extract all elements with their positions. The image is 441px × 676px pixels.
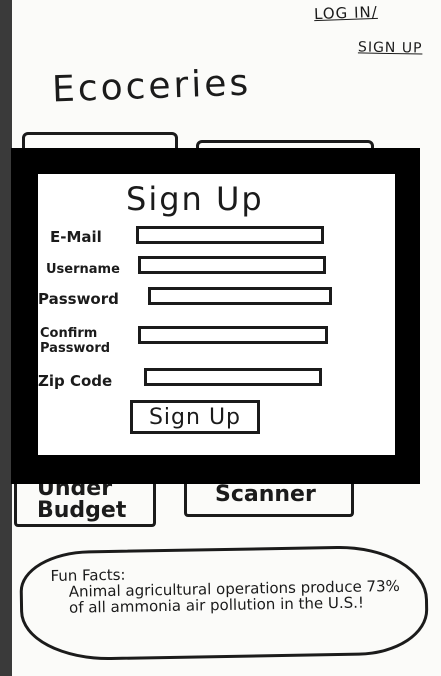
scanner-label: Scanner [215,482,316,507]
password-field[interactable] [148,287,332,305]
zip-label: Zip Code [38,372,113,390]
confirm-label-line1: Confirm [40,326,98,341]
brand-title: Ecoceries [51,62,252,111]
fun-facts-bubble: Fun Facts: Animal agricultural operation… [19,544,429,662]
modal-title: Sign Up [126,180,264,218]
under-budget-label: Under Budget [37,476,127,523]
password-row: Password [38,284,395,314]
email-row: E-Mail [38,224,395,254]
confirm-label-line2: Password [40,341,111,356]
signup-modal: Sign Up E-Mail Username Password Confirm… [38,174,395,455]
username-row: Username [38,254,395,284]
username-label: Username [46,262,120,277]
password-label: Password [38,290,119,308]
confirm-password-field[interactable] [138,326,328,344]
zip-code-field[interactable] [144,368,322,386]
confirm-password-label: Confirm Password [40,326,110,356]
signup-link[interactable]: SIGN UP [358,39,423,56]
fun-facts-text: Animal agricultural operations produce 7… [68,576,400,617]
signup-submit-button[interactable]: Sign Up [130,400,260,434]
login-link[interactable]: LOG IN/ [314,3,378,23]
confirm-password-row: Confirm Password [38,322,395,362]
username-field[interactable] [138,256,326,274]
email-field[interactable] [136,226,324,244]
zip-row: Zip Code [38,366,395,396]
email-label: E-Mail [50,228,102,246]
